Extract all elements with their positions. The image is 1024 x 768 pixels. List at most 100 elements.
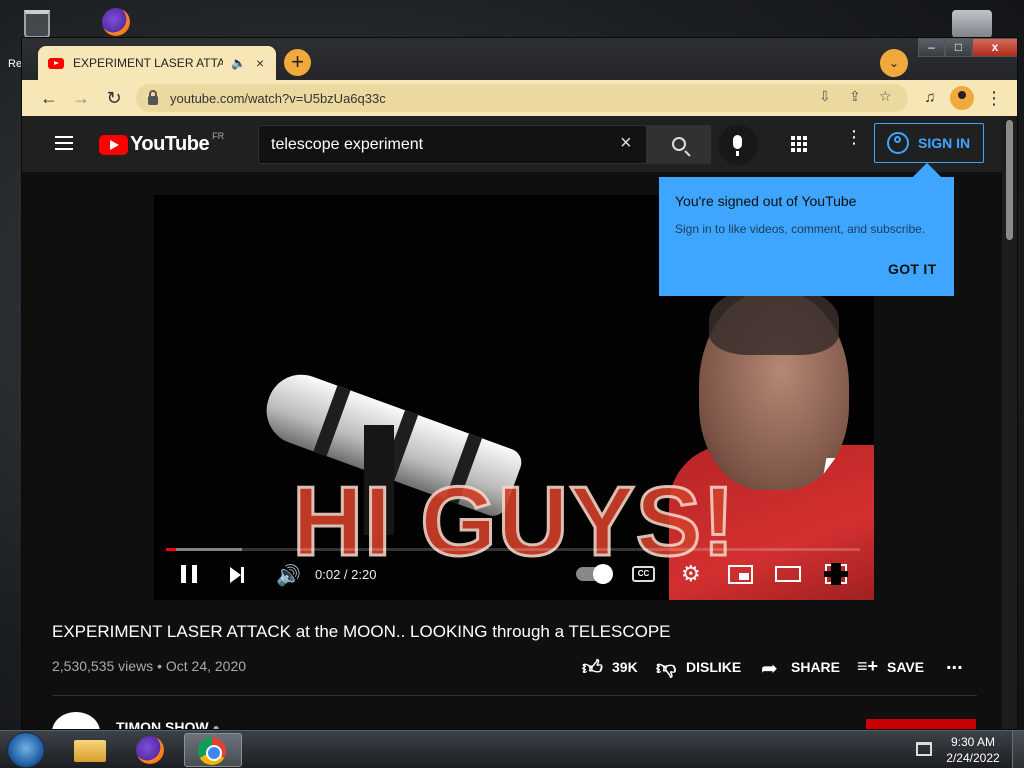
video-title: EXPERIMENT LASER ATTACK at the MOON.. LO… — [52, 622, 671, 641]
popup-title: You're signed out of YouTube — [675, 193, 857, 209]
recycle-bin-icon[interactable]: Re — [8, 6, 56, 70]
bookmark-star-icon[interactable]: ☆ — [879, 88, 892, 105]
page-scrollbar[interactable] — [1002, 116, 1017, 729]
sign-in-label: SIGN IN — [918, 135, 971, 151]
tab-search-button[interactable]: ⌄ — [880, 49, 908, 77]
address-bar[interactable]: youtube.com/watch?v=U5bzUa6q33c ⇩ ⇪ ☆ — [136, 84, 908, 112]
next-video-icon[interactable] — [230, 567, 244, 583]
channel-name-text: TIMON SHOW — [116, 719, 209, 730]
system-clock[interactable]: 9:30 AM 2/24/2022 — [940, 734, 1006, 766]
youtube-play-icon — [99, 134, 128, 155]
recycle-bin-label: Re — [8, 58, 23, 70]
close-tab-button[interactable]: × — [256, 55, 264, 71]
dislike-label: DISLIKE — [686, 659, 742, 675]
speaker-icon[interactable]: 🔈 — [231, 56, 246, 70]
view-count-date: 2,530,535 views • Oct 24, 2020 — [52, 658, 247, 674]
like-button[interactable]: 👍︎ 39K — [582, 652, 638, 682]
more-actions-button[interactable]: ... — [946, 652, 963, 675]
profile-avatar-button[interactable] — [950, 86, 974, 110]
back-button[interactable]: ← — [37, 86, 61, 110]
fullscreen-icon[interactable] — [824, 563, 848, 585]
menu-icon[interactable] — [55, 136, 73, 150]
browser-window: EXPERIMENT LASER ATTACK 🔈 × + ⌄ – □ x ← … — [21, 37, 1018, 730]
player-controls: 🔊 0:02 / 2:20 CC ⚙ — [154, 557, 874, 593]
search-button[interactable] — [647, 125, 711, 164]
divider — [52, 695, 977, 696]
verified-check-icon: ● — [212, 721, 220, 730]
user-icon — [887, 132, 909, 154]
clear-search-button[interactable]: × — [620, 132, 632, 155]
sign-in-button[interactable]: SIGN IN — [874, 123, 984, 163]
clock-date: 2/24/2022 — [946, 751, 1000, 765]
subscribe-button[interactable] — [866, 719, 976, 729]
firefox-desktop-icon[interactable] — [94, 6, 138, 40]
maximize-button[interactable]: □ — [945, 38, 972, 57]
forward-button[interactable]: → — [69, 86, 93, 110]
save-label: SAVE — [887, 659, 925, 675]
got-it-button[interactable]: GOT IT — [888, 261, 936, 277]
progress-bar[interactable] — [166, 548, 860, 551]
settings-gear-icon[interactable]: ⚙ — [681, 561, 701, 587]
install-app-icon[interactable]: ⇩ — [819, 88, 831, 105]
dislike-button[interactable]: 👎︎ DISLIKE — [656, 652, 741, 682]
firefox-icon — [102, 8, 130, 36]
browser-tab-youtube[interactable]: EXPERIMENT LASER ATTACK 🔈 × — [38, 46, 276, 80]
drive-desktop-icon[interactable] — [952, 10, 992, 38]
clock-time: 9:30 AM — [950, 735, 996, 749]
thumbs-up-icon: 👍︎ — [582, 657, 603, 679]
popup-subtitle: Sign in to like videos, comment, and sub… — [675, 222, 926, 236]
search-input[interactable] — [271, 134, 601, 156]
show-desktop-button[interactable] — [1012, 731, 1024, 768]
scrollbar-thumb[interactable] — [1006, 120, 1013, 240]
folder-icon — [74, 740, 106, 762]
reload-button[interactable]: ↻ — [102, 86, 126, 110]
youtube-page: YouTube FR × ⋮ SIGN IN — [22, 116, 1017, 730]
taskbar-firefox[interactable] — [122, 733, 180, 767]
youtube-logo[interactable]: YouTube FR — [99, 131, 224, 156]
captions-icon[interactable]: CC — [632, 566, 655, 582]
youtube-favicon-icon — [48, 57, 64, 69]
share-page-icon[interactable]: ⇪ — [849, 88, 861, 105]
signed-out-popup: You're signed out of YouTube Sign in to … — [659, 177, 954, 296]
channel-name[interactable]: TIMON SHOW ● — [116, 719, 220, 730]
autoplay-toggle[interactable] — [576, 564, 613, 584]
theater-mode-icon[interactable] — [775, 566, 801, 582]
youtube-header: YouTube FR × ⋮ SIGN IN — [22, 116, 1002, 172]
thumbs-down-icon: 👎︎ — [656, 657, 677, 679]
like-count: 39K — [612, 659, 638, 675]
playlist-add-icon: ≡+ — [857, 656, 879, 676]
minimize-button[interactable]: – — [918, 38, 945, 57]
share-arrow-icon: ➦ — [761, 658, 778, 680]
search-box: × — [258, 125, 647, 164]
microphone-icon — [733, 135, 742, 156]
browser-tab-strip: EXPERIMENT LASER ATTACK 🔈 × + ⌄ – □ x — [22, 38, 1017, 80]
taskbar-file-explorer[interactable] — [62, 733, 120, 767]
share-button[interactable]: ➦ SHARE — [761, 652, 840, 682]
close-window-button[interactable]: x — [972, 38, 1017, 57]
trash-icon — [24, 10, 50, 38]
played-bar — [166, 548, 176, 551]
media-control-icon[interactable]: ♫ — [918, 86, 942, 110]
taskbar-chrome[interactable] — [184, 733, 242, 767]
tab-title: EXPERIMENT LASER ATTACK — [73, 56, 223, 70]
share-label: SHARE — [791, 659, 841, 675]
start-button[interactable] — [7, 732, 45, 768]
new-tab-button[interactable]: + — [284, 49, 311, 76]
voice-search-button[interactable] — [718, 125, 758, 165]
channel-avatar[interactable] — [52, 712, 100, 729]
browser-menu-button[interactable]: ⋮ — [982, 86, 1006, 110]
address-url[interactable]: youtube.com/watch?v=U5bzUa6q33c — [170, 91, 386, 106]
firefox-icon — [136, 736, 164, 764]
lock-icon[interactable] — [148, 89, 158, 105]
network-icon[interactable] — [916, 742, 932, 756]
youtube-wordmark: YouTube — [130, 133, 210, 155]
pause-icon[interactable] — [181, 565, 197, 583]
apps-grid-icon[interactable] — [791, 136, 807, 152]
save-button[interactable]: ≡+ SAVE — [857, 652, 924, 682]
miniplayer-icon[interactable] — [728, 565, 753, 584]
volume-icon[interactable]: 🔊 — [276, 563, 301, 588]
browser-toolbar: ← → ↻ youtube.com/watch?v=U5bzUa6q33c ⇩ … — [22, 80, 1017, 116]
settings-more-icon[interactable]: ⋮ — [845, 128, 863, 146]
time-display: 0:02 / 2:20 — [315, 567, 377, 582]
buffered-bar — [166, 548, 243, 551]
